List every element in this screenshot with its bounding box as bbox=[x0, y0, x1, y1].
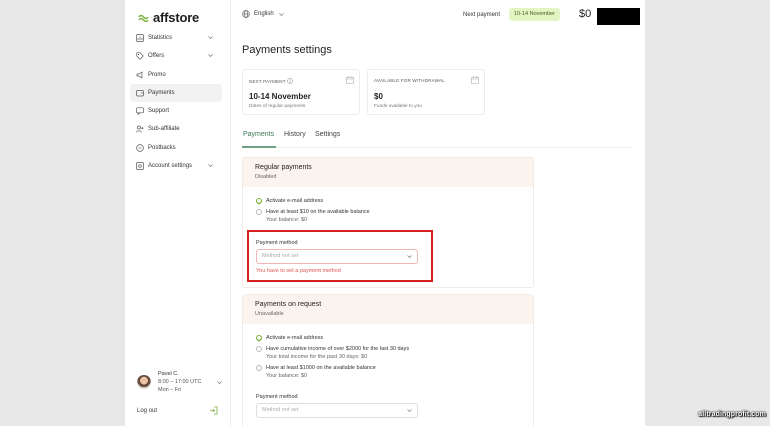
chevron-down-icon bbox=[407, 409, 412, 412]
chevron-down-icon bbox=[208, 54, 213, 58]
page-title: Payments settings bbox=[242, 44, 332, 56]
sidebar-item-label: Statistics bbox=[148, 35, 173, 41]
payment-method-label: Payment method bbox=[256, 394, 298, 400]
logout-icon[interactable] bbox=[209, 406, 218, 415]
requirement-item: Have at least $1000 on the available bal… bbox=[256, 365, 376, 379]
sidebar-item-offers[interactable]: Offers bbox=[130, 47, 222, 65]
card-sub: Dates of regular payments bbox=[249, 104, 306, 109]
sidebar-item-account-settings[interactable]: Account settings bbox=[130, 157, 222, 175]
sidebar-item-support[interactable]: Support bbox=[130, 102, 222, 120]
calendar-icon bbox=[346, 76, 354, 84]
logout-link[interactable]: Log out bbox=[137, 408, 157, 414]
wallet-icon bbox=[136, 89, 144, 97]
highlight-annotation-box bbox=[247, 230, 433, 282]
requirement-item: Activate e-mail address bbox=[256, 335, 323, 341]
card-label: AVAILABLE FOR WITHDRAWAL bbox=[374, 78, 445, 83]
chevron-down-icon bbox=[208, 36, 213, 39]
sidebar-item-label: Support bbox=[148, 108, 170, 115]
manager-name: Pavel C. bbox=[158, 371, 179, 377]
requirement-item: Have at least $10 on the available balan… bbox=[256, 209, 370, 223]
next-payment-card: NEXT PAYMENT 10-14 November Dates of reg… bbox=[242, 69, 360, 115]
chevron-down-icon bbox=[217, 381, 222, 384]
logo[interactable]: affstore bbox=[138, 10, 199, 25]
section-title: Payments on request bbox=[255, 301, 322, 308]
tabs: Payments History Settings bbox=[242, 130, 633, 148]
tab-payments[interactable]: Payments bbox=[243, 131, 274, 138]
empty-circle-icon bbox=[256, 346, 262, 352]
section-header: Payments on request Unavailable bbox=[243, 295, 533, 324]
topbar: English Next payment 10-14 November $0 bbox=[231, 0, 645, 30]
chart-icon bbox=[136, 34, 144, 42]
manager-hours: 8:00 – 17:00 UTC bbox=[158, 379, 202, 385]
sidebar-item-promo[interactable]: Promo bbox=[130, 66, 222, 84]
sidebar-item-label: Account settings bbox=[148, 163, 193, 170]
avatar bbox=[137, 375, 151, 389]
requirement-item: Activate e-mail address bbox=[256, 198, 323, 204]
requirement-item: Have cumulative income of over $2000 for… bbox=[256, 346, 409, 360]
tab-settings[interactable]: Settings bbox=[315, 131, 340, 138]
card-label: NEXT PAYMENT bbox=[249, 78, 293, 84]
link-icon bbox=[136, 144, 144, 152]
watermark: alltradingprofit.com bbox=[698, 411, 766, 418]
language-label: English bbox=[254, 11, 274, 17]
sidebar: affstore Statistics Offers Promo Payment… bbox=[125, 0, 231, 426]
manager-card[interactable]: Pavel C. 8:00 – 17:00 UTC Mon – Fri bbox=[137, 370, 223, 400]
globe-icon bbox=[242, 10, 250, 18]
sidebar-item-postbacks[interactable]: Postbacks bbox=[130, 139, 222, 157]
empty-circle-icon bbox=[256, 209, 262, 215]
available-withdrawal-card: AVAILABLE FOR WITHDRAWAL $0 Funds availa… bbox=[367, 69, 485, 115]
screen-frame: affstore Statistics Offers Promo Payment… bbox=[0, 0, 770, 426]
sidebar-item-label: Payments bbox=[148, 89, 175, 96]
user-plus-icon bbox=[136, 125, 144, 133]
manager-days: Mon – Fri bbox=[158, 387, 182, 393]
sidebar-item-label: Sub-affiliate bbox=[148, 126, 180, 133]
profile-menu-button[interactable] bbox=[597, 8, 640, 25]
active-tab-indicator bbox=[242, 146, 276, 148]
payment-method-select[interactable]: Method not set bbox=[256, 403, 418, 418]
tab-history[interactable]: History bbox=[284, 131, 306, 138]
megaphone-icon bbox=[136, 70, 144, 79]
sidebar-item-label: Promo bbox=[148, 71, 166, 78]
sidebar-item-label: Postbacks bbox=[148, 144, 176, 151]
chat-icon bbox=[136, 107, 144, 116]
gear-icon bbox=[136, 162, 144, 170]
main-content: Payments settings NEXT PAYMENT 10-14 Nov… bbox=[242, 30, 645, 426]
next-payment-badge: 10-14 November bbox=[509, 8, 560, 21]
sidebar-item-statistics[interactable]: Statistics bbox=[130, 29, 222, 47]
logo-mark-icon bbox=[138, 14, 149, 22]
empty-circle-icon bbox=[256, 365, 262, 371]
check-circle-icon bbox=[256, 198, 262, 204]
card-value: $0 bbox=[374, 92, 383, 101]
card-sub: Funds available to you bbox=[374, 104, 422, 109]
check-circle-icon bbox=[256, 335, 262, 341]
sidebar-item-sub-affiliate[interactable]: Sub-affiliate bbox=[130, 120, 222, 138]
payments-on-request-section: Payments on request Unavailable Activate… bbox=[242, 294, 534, 426]
sidebar-item-label: Offers bbox=[148, 53, 165, 60]
sidebar-item-payments[interactable]: Payments bbox=[130, 83, 222, 102]
calendar-icon bbox=[471, 76, 479, 84]
card-value: 10-14 November bbox=[249, 92, 311, 101]
info-icon[interactable] bbox=[287, 78, 293, 84]
logo-text: affstore bbox=[153, 10, 200, 25]
section-title: Regular payments bbox=[255, 164, 312, 171]
sidebar-nav: Statistics Offers Promo Payments Support… bbox=[130, 29, 222, 175]
chevron-down-icon bbox=[208, 164, 213, 168]
section-status: Disabled bbox=[255, 174, 277, 180]
app-window: affstore Statistics Offers Promo Payment… bbox=[125, 0, 645, 426]
language-selector[interactable]: English bbox=[242, 10, 285, 18]
tag-icon bbox=[136, 52, 144, 60]
section-header: Regular payments Disabled bbox=[243, 158, 533, 187]
next-payment-label: Next payment bbox=[463, 12, 501, 18]
balance-value: $0 bbox=[579, 8, 592, 20]
chevron-down-icon bbox=[278, 12, 284, 16]
section-status: Unavailable bbox=[255, 311, 284, 317]
